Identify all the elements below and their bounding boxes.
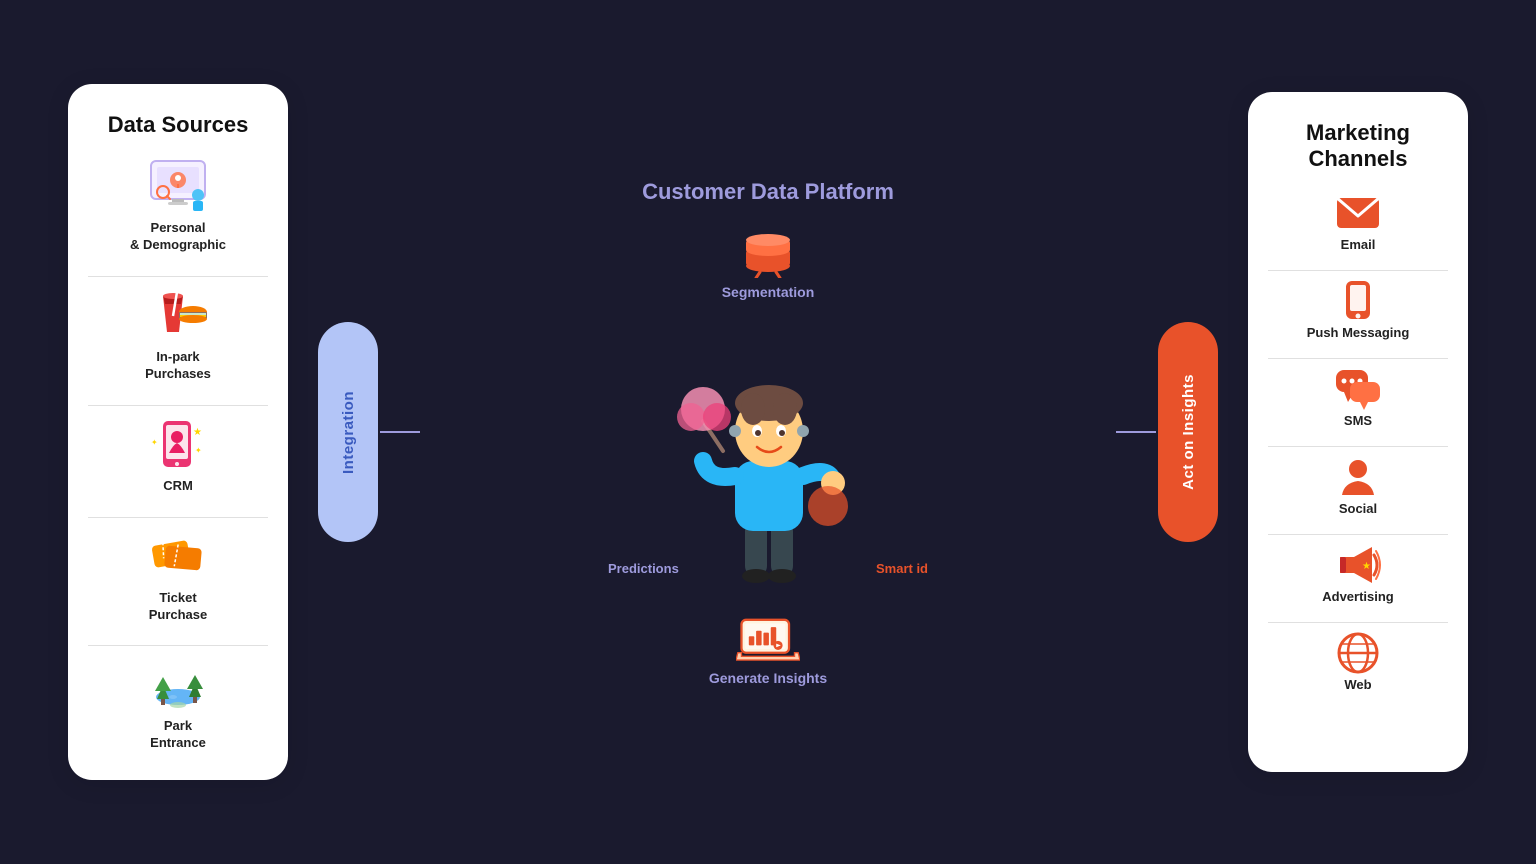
connector-left (380, 431, 420, 433)
svg-text:★: ★ (1362, 561, 1371, 572)
integration-label: Integration (340, 391, 357, 474)
connector-right (1116, 431, 1156, 433)
web-label: Web (1344, 677, 1371, 692)
diagram-container: Data Sources (68, 42, 1468, 822)
push-icon (1333, 279, 1383, 323)
channel-item-push: Push Messaging (1268, 279, 1448, 340)
personal-icon (142, 156, 214, 216)
advertising-label: Advertising (1322, 589, 1394, 604)
park-label: ParkEntrance (150, 718, 206, 752)
data-sources-title: Data Sources (108, 112, 249, 138)
character-area: Predictions Smart id (668, 316, 868, 596)
integration-pill: Integration (318, 322, 378, 542)
channel-item-sms: SMS (1268, 367, 1448, 428)
park-icon (142, 654, 214, 714)
svg-text:✦: ✦ (151, 438, 158, 447)
segmentation-box: Segmentation (722, 226, 815, 300)
cdp-inner: Segmentation Predictions Smart id (668, 226, 868, 686)
email-label: Email (1341, 237, 1376, 252)
generate-insights-box: Generate Insights (709, 612, 827, 686)
marketing-channels-title: Marketing Channels (1268, 120, 1448, 173)
push-label: Push Messaging (1307, 325, 1410, 340)
generate-insights-label: Generate Insights (709, 670, 827, 686)
web-icon (1333, 631, 1383, 675)
email-icon (1333, 191, 1383, 235)
cdp-title: Customer Data Platform (642, 178, 894, 207)
source-item-ticket: TicketPurchase (88, 526, 268, 624)
smartid-label: Smart id (876, 561, 928, 576)
personal-label: Personal& Demographic (130, 220, 226, 254)
data-sources-card: Data Sources (68, 84, 288, 780)
inpark-icon (142, 285, 214, 345)
crm-label: CRM (163, 478, 193, 495)
cdp-area: Customer Data Platform Integration Act o… (288, 92, 1248, 772)
crm-icon: ★ ✦ ✦ (142, 414, 214, 474)
generate-insights-icon (736, 612, 800, 666)
source-item-inpark: In-parkPurchases (88, 285, 268, 383)
svg-text:✦: ✦ (195, 446, 202, 455)
ticket-icon (142, 526, 214, 586)
source-item-park: ParkEntrance (88, 654, 268, 752)
channel-item-web: Web (1268, 631, 1448, 692)
channel-item-social: Social (1268, 455, 1448, 516)
act-insights-pill: Act on Insights (1158, 322, 1218, 542)
act-insights-label: Act on Insights (1180, 374, 1197, 490)
channel-item-advertising: ★ Advertising (1268, 543, 1448, 604)
marketing-channels-card: Marketing Channels Email Push Messaging (1248, 92, 1468, 772)
sms-icon (1333, 367, 1383, 411)
channel-item-email: Email (1268, 191, 1448, 252)
segmentation-icon (736, 226, 800, 280)
predictions-label: Predictions (608, 561, 679, 576)
svg-text:★: ★ (193, 427, 202, 438)
inpark-label: In-parkPurchases (145, 349, 211, 383)
social-label: Social (1339, 501, 1377, 516)
source-item-personal: Personal& Demographic (88, 156, 268, 254)
source-item-crm: ★ ✦ ✦ CRM (88, 414, 268, 495)
segmentation-label: Segmentation (722, 284, 815, 300)
social-icon (1333, 455, 1383, 499)
advertising-icon: ★ (1333, 543, 1383, 587)
sms-label: SMS (1344, 413, 1372, 428)
ticket-label: TicketPurchase (149, 590, 208, 624)
